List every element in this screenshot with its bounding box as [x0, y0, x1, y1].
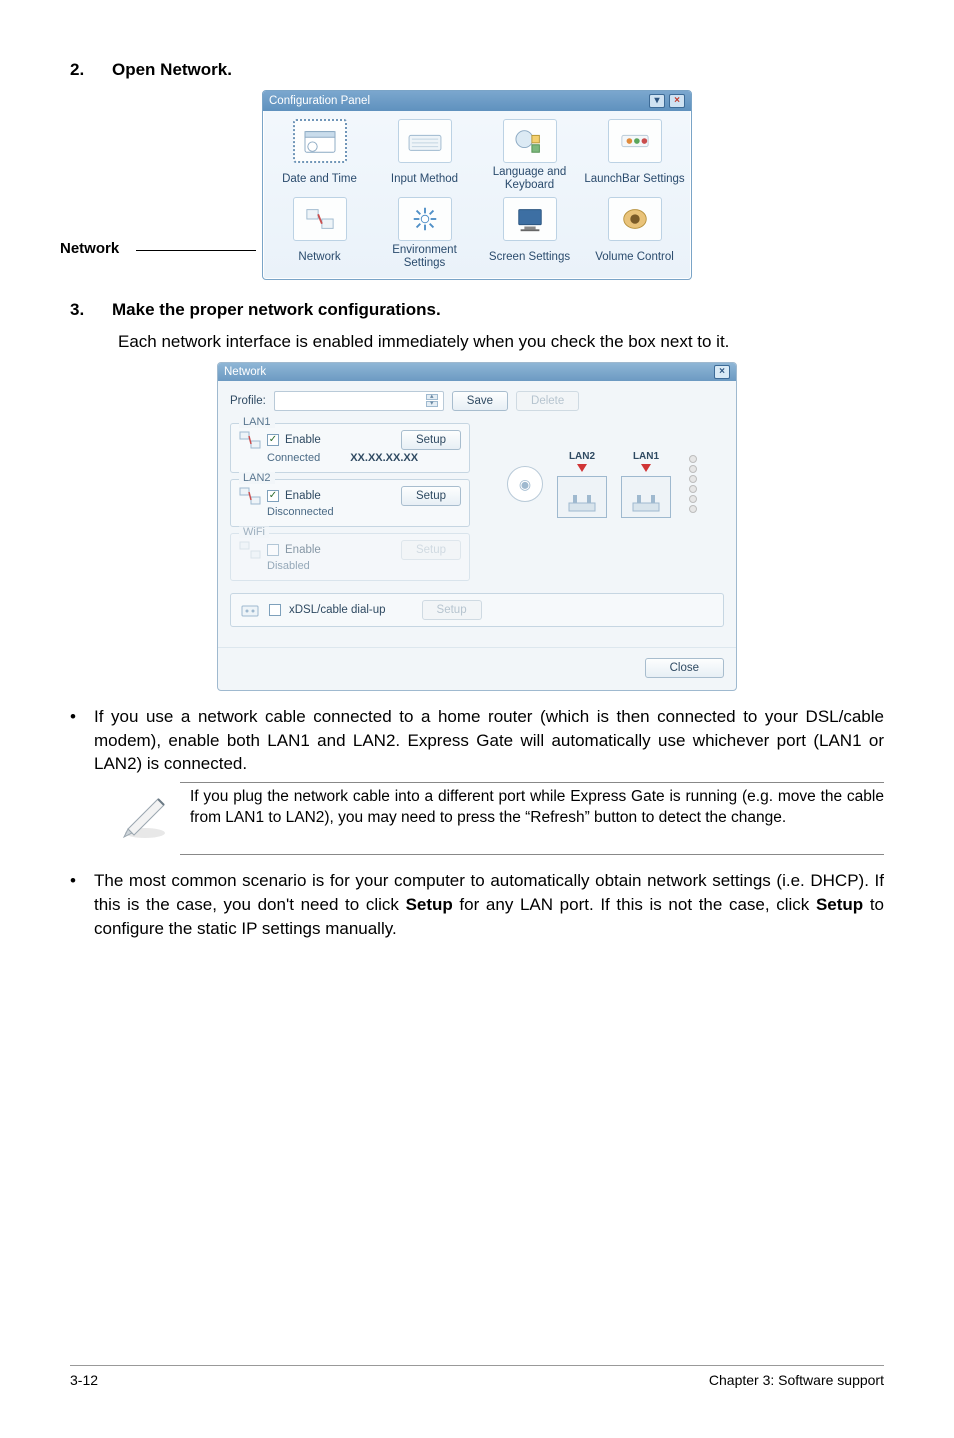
arrow-down-icon: [577, 464, 587, 472]
delete-button[interactable]: Delete: [516, 391, 579, 411]
lan1-group: LAN1 ✓ Enable Setup Connected XX.XX.XX.X…: [230, 423, 470, 473]
xdsl-enable-checkbox[interactable]: ✓: [269, 604, 281, 616]
network-window: Network × Profile: ▴▾ Save Delete L: [217, 362, 737, 691]
lan1-ip: XX.XX.XX.XX: [350, 452, 418, 464]
environment-icon: [406, 204, 444, 234]
lan1-title: LAN1: [239, 416, 275, 428]
network-icon: [301, 204, 339, 234]
cfg-item-network[interactable]: Network: [267, 197, 372, 269]
modem-icon: [239, 600, 261, 620]
cfg-item-input-method[interactable]: Input Method: [372, 119, 477, 191]
xdsl-group: ✓ xDSL/cable dial-up Setup: [230, 593, 724, 627]
cfg-label: Date and Time: [282, 167, 357, 191]
lan2-group: LAN2 ✓ Enable Setup Disconnected: [230, 479, 470, 527]
configuration-panel-window: Configuration Panel ▾ × Date and Time In…: [262, 90, 692, 280]
launchbar-icon: [616, 126, 654, 156]
keyboard-icon: [406, 126, 444, 156]
minimize-icon[interactable]: ▾: [649, 94, 665, 108]
lan2-enable-checkbox[interactable]: ✓: [267, 490, 279, 502]
modem-icon: ◉: [507, 466, 543, 502]
bullet-icon: •: [70, 869, 76, 940]
step-3-body: Each network interface is enabled immedi…: [118, 330, 884, 354]
nic-icon: [239, 540, 261, 560]
lan1-setup-button[interactable]: Setup: [401, 430, 461, 450]
wifi-setup-button[interactable]: Setup: [401, 540, 461, 560]
cfg-item-language-keyboard[interactable]: Language and Keyboard: [477, 119, 582, 191]
cfg-label: Volume Control: [595, 245, 674, 269]
cfg-label: Network: [298, 245, 340, 269]
close-button[interactable]: Close: [645, 658, 724, 678]
cfg-item-date-time[interactable]: Date and Time: [267, 119, 372, 191]
router-icon: [567, 491, 597, 513]
footer-chapter: Chapter 3: Software support: [709, 1372, 884, 1388]
step-3-number: 3.: [70, 300, 88, 320]
callout-network-label: Network: [60, 240, 119, 257]
profile-label: Profile:: [230, 395, 266, 407]
cfg-label: Language and Keyboard: [477, 167, 582, 191]
nic-icon: [239, 430, 261, 450]
bullet-2-bold: Setup: [816, 895, 863, 914]
bullet-2-bold: Setup: [406, 895, 453, 914]
step-3-title: Make the proper network configurations.: [112, 300, 441, 320]
configuration-panel-title: Configuration Panel: [269, 95, 370, 107]
router-diagram: ◉ LAN2 LAN1: [507, 451, 697, 518]
cfg-label: Screen Settings: [489, 245, 570, 269]
bullet-1-text: If you use a network cable connected to …: [94, 705, 884, 776]
footer-page-number: 3-12: [70, 1372, 98, 1388]
lan2-title: LAN2: [239, 472, 275, 484]
lan2-setup-button[interactable]: Setup: [401, 486, 461, 506]
profile-combo[interactable]: ▴▾: [274, 391, 444, 411]
cfg-item-volume-control[interactable]: Volume Control: [582, 197, 687, 269]
lan2-enable-label: Enable: [285, 490, 321, 502]
calendar-icon: [301, 126, 339, 156]
speaker-icon: [616, 204, 654, 234]
note-text: If you plug the network cable into a dif…: [190, 787, 884, 829]
note-pen-icon: [118, 787, 172, 846]
monitor-icon: [511, 204, 549, 234]
diagram-lan1-label: LAN1: [633, 451, 659, 462]
step-2-title: Open Network.: [112, 60, 232, 80]
close-icon[interactable]: ×: [714, 365, 730, 379]
lan2-status: Disconnected: [267, 506, 334, 518]
network-window-title: Network: [224, 366, 266, 378]
router-icon: [631, 491, 661, 513]
close-icon[interactable]: ×: [669, 94, 685, 108]
lan1-enable-label: Enable: [285, 434, 321, 446]
diagram-lan2-label: LAN2: [569, 451, 595, 462]
wifi-enable-label: Enable: [285, 544, 321, 556]
status-lights-icon: [689, 455, 697, 513]
arrow-down-icon: [641, 464, 651, 472]
xdsl-setup-button[interactable]: Setup: [422, 600, 482, 620]
cfg-label: Environment Settings: [372, 245, 477, 269]
globe-keyboard-icon: [511, 126, 549, 156]
bullet-2-part: for any LAN port. If this is not the cas…: [453, 895, 816, 914]
xdsl-label: xDSL/cable dial-up: [289, 604, 386, 616]
wifi-title: WiFi: [239, 526, 269, 538]
wifi-status: Disabled: [267, 560, 310, 572]
bullet-icon: •: [70, 705, 76, 776]
wifi-enable-checkbox[interactable]: ✓: [267, 544, 279, 556]
nic-icon: [239, 486, 261, 506]
wifi-group: WiFi ✓ Enable Setup Disabled: [230, 533, 470, 581]
step-2-number: 2.: [70, 60, 88, 80]
lan1-enable-checkbox[interactable]: ✓: [267, 434, 279, 446]
cfg-label: Input Method: [391, 167, 458, 191]
lan1-status: Connected: [267, 452, 320, 464]
callout-line: [136, 250, 256, 251]
bullet-2-text: The most common scenario is for your com…: [94, 869, 884, 940]
save-button[interactable]: Save: [452, 391, 508, 411]
cfg-item-environment-settings[interactable]: Environment Settings: [372, 197, 477, 269]
cfg-label: LaunchBar Settings: [584, 167, 684, 191]
cfg-item-launchbar-settings[interactable]: LaunchBar Settings: [582, 119, 687, 191]
cfg-item-screen-settings[interactable]: Screen Settings: [477, 197, 582, 269]
